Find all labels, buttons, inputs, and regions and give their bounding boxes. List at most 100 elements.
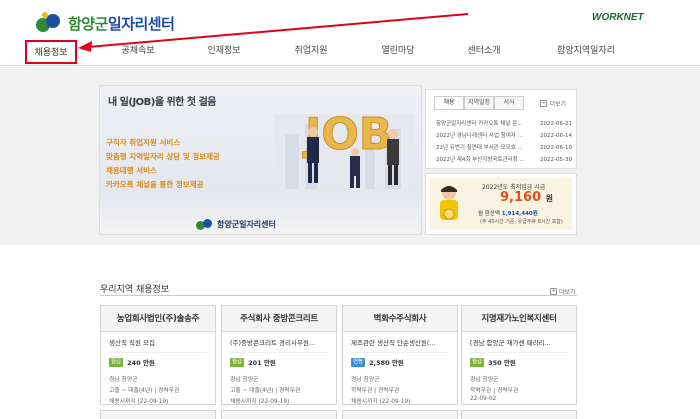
job-deadline: 22-09-02 [470, 396, 497, 402]
page: 함양군일자리센터 WORKNET 채용정보 공채속보 인재정보 취업지원 열린마… [0, 0, 700, 419]
pay-type-badge: 연봉 [351, 357, 366, 367]
logo-text: 함양군일자리센터 [68, 13, 175, 34]
section-title: 우리지역 채용정보 [100, 285, 170, 295]
worker-icon [440, 186, 458, 220]
wage-monthly: 월 환산액 1,914,440원 [478, 209, 538, 217]
job-card[interactable]: 농업회사법인(주)솔송주 생산직 직원 모집 월급 240 만원 경남 함양군 고… [100, 305, 216, 405]
plus-icon: + [540, 100, 548, 107]
job-company: 주식회사 중방콘크리트 [222, 306, 336, 332]
job-company: 벽화수주식회사 [343, 306, 457, 332]
nav-item-local-jobs[interactable]: 함양지역일자리 [548, 40, 624, 64]
job-conditions: 학력무관 | 경력무관 [351, 388, 400, 394]
job-card[interactable]: 지명재가노인복지센터 [경남 함양군 재가센 때리리... 월급 350 만원 경… [461, 305, 577, 405]
tab-hiring[interactable]: 채용 [434, 96, 464, 110]
banner-service-list: 구직자 취업지원 서비스 맞춤형 지역일자리 상담 및 정보제공 채용대행 서비… [106, 136, 256, 192]
banner-line: 채용대행 서비스 [106, 166, 157, 175]
job-deadline: 채용시까지 (22-09-19) [351, 399, 411, 405]
wage-monthly-label: 월 환산액 [478, 211, 500, 217]
plus-icon: + [550, 288, 557, 295]
job-company: 지명재가노인복지센터 [462, 306, 576, 332]
pay-amount: 201 만원 [248, 359, 276, 367]
job-pay: 연봉 2,580 만원 [343, 353, 457, 367]
site-header: 함양군일자리센터 WORKNET 채용정보 공채속보 인재정보 취업지원 열린마… [0, 0, 700, 66]
banner-title: 내 일(JOB)을 위한 첫 걸음 [108, 97, 217, 108]
main-nav: 채용정보 공채속보 인재정보 취업지원 열린마당 센터소개 함양지역일자리 [0, 40, 700, 66]
min-wage-banner[interactable]: 2022년도 최저임금 시급 9,160 원 월 환산액 1,914,440원 … [425, 173, 577, 235]
banner-footer: 함양군일자리센터 [196, 218, 276, 230]
notice-tabs: 채용 지역일정 서식 [434, 96, 524, 110]
logo-prefix: 함양군 [68, 14, 108, 33]
logo-mark-icon [196, 218, 214, 230]
wage-note: (주 40시간 기준, 유급주휴 8시간 포함) [480, 219, 563, 225]
job-card[interactable]: 벽화수주식회사 제조관련 생산직 단순생산원(... 연봉 2,580 만원 경남… [342, 305, 458, 405]
job-location: 경남 함양군 [109, 377, 138, 383]
worknet-text: WORKNET [592, 12, 644, 23]
notice-more-link[interactable]: + 더보기 [540, 99, 566, 108]
job-title: 제조관련 생산직 단순생산원(... [351, 339, 436, 347]
job-title: 생산직 직원 모집 [109, 339, 155, 347]
notice-panel: 채용 지역일정 서식 + 더보기 함양군일자리센터 카카오톡 채널 운... 20… [425, 89, 577, 169]
section-divider [100, 295, 577, 296]
job-card[interactable]: 주식회사 중방콘크리트 (주)중방콘크리트 경리사무원... 월급 201 만원 … [221, 305, 337, 405]
wage-value: 9,160 원 [500, 190, 553, 205]
notice-title: 22년 유번기 철연대 부서관 모모호 ... [436, 145, 523, 151]
notice-title: 2022년 제4회 부산지방국토관리청 ... [436, 157, 524, 163]
main-banner[interactable]: JOB 내 일(JOB)을 위한 첫 걸음 구직자 취업지원 서비스 맞춤형 지… [99, 85, 422, 235]
notice-more-label: 더보기 [549, 101, 566, 108]
notice-row[interactable]: 2022년 경남나레센터 사업 참여자 ... 2022-06-14 [436, 130, 572, 142]
banner-line: 맞춤형 지역일자리 상담 및 정보제공 [106, 152, 220, 161]
wage-monthly-value: 1,914,440원 [501, 211, 538, 217]
notice-date: 2022-06-14 [540, 133, 572, 139]
job-company: 농업회사법인(주)솔송주 [101, 306, 215, 332]
nav-item-jobs[interactable]: 채용정보 [25, 40, 77, 64]
job-conditions: 학력무관 | 경력무관 [470, 388, 519, 394]
job-deadline: 채용시까지 (22-09-19) [230, 399, 290, 405]
job-deadline: 채용시까지 (22-09-19) [109, 399, 169, 405]
job-card-next-row[interactable] [100, 410, 216, 419]
pay-type-badge: 월급 [230, 357, 245, 367]
site-logo[interactable]: 함양군일자리센터 [36, 12, 175, 34]
notice-date: 2022-06-21 [540, 121, 572, 127]
pay-type-badge: 월급 [109, 357, 124, 367]
nav-item-about[interactable]: 센터소개 [456, 40, 512, 64]
notice-row[interactable]: 2022년 제4회 부산지방국토관리청 ... 2022-05-30 [436, 154, 572, 166]
banner-footer-text: 함양군일자리센터 [217, 219, 276, 229]
notice-row[interactable]: 22년 유번기 철연대 부서관 모모호 ... 2022-06-10 [436, 142, 572, 154]
notice-title: 함양군일자리센터 카카오톡 채널 운... [436, 121, 523, 127]
job-conditions: 고졸 ~ 대졸(4년) | 경력무관 [109, 388, 180, 394]
wage-amount: 9,160 [500, 190, 542, 205]
nav-item-open-forum[interactable]: 열린마당 [370, 40, 426, 64]
notice-date: 2022-06-10 [540, 145, 572, 151]
nav-item-support[interactable]: 취업지원 [283, 40, 339, 64]
banner-line: 카카오톡 채널을 통한 정보제공 [106, 180, 204, 189]
wage-unit: 원 [545, 194, 554, 203]
logo-mark-icon [36, 12, 64, 34]
job-pay: 월급 240 만원 [101, 353, 215, 367]
job-title: (주)중방콘크리트 경리사무원... [230, 339, 316, 347]
notice-row[interactable]: 함양군일자리센터 카카오톡 채널 운... 2022-06-21 [436, 118, 572, 130]
pay-amount: 350 만원 [488, 359, 516, 367]
job-illustration: JOB [275, 109, 415, 189]
job-pay: 월급 201 만원 [222, 353, 336, 367]
notice-date: 2022-05-30 [540, 157, 572, 163]
job-location: 경남 함양군 [351, 377, 380, 383]
pay-type-badge: 월급 [470, 357, 485, 367]
tab-schedule[interactable]: 지역일정 [464, 96, 494, 110]
job-location: 경남 함양군 [230, 377, 259, 383]
worknet-logo[interactable]: WORKNET [592, 12, 644, 23]
pay-amount: 240 만원 [127, 359, 155, 367]
nav-item-talent[interactable]: 인재정보 [196, 40, 252, 64]
job-title: [경남 함양군 재가센 때리리... [470, 339, 551, 347]
job-conditions: 고졸 ~ 대졸(4년) | 경력무관 [230, 388, 301, 394]
logo-suffix: 일자리센터 [107, 14, 175, 33]
pay-amount: 2,580 만원 [369, 359, 404, 367]
job-card-next-row[interactable] [342, 410, 458, 419]
notice-title: 2022년 경남나레센터 사업 참여자 ... [436, 133, 523, 139]
job-card-next-row[interactable] [461, 410, 577, 419]
job-card-next-row[interactable] [221, 410, 337, 419]
job-pay: 월급 350 만원 [462, 353, 576, 367]
nav-item-recruit-news[interactable]: 공채속보 [110, 40, 166, 64]
job-location: 경남 함양군 [470, 377, 499, 383]
banner-line: 구직자 취업지원 서비스 [106, 138, 181, 147]
tab-forms[interactable]: 서식 [494, 96, 524, 110]
